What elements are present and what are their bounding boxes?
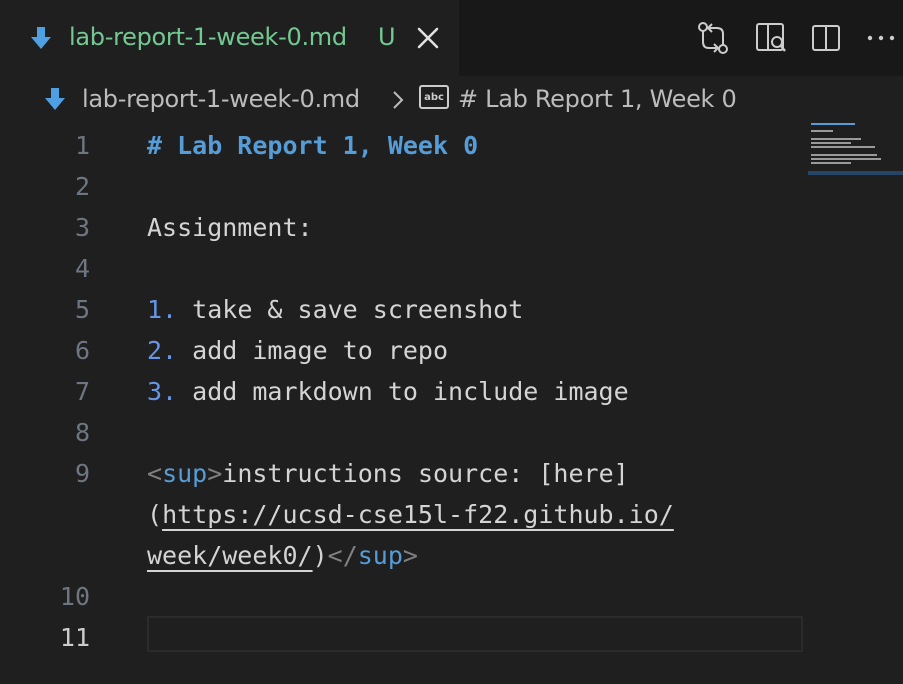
code-line-html: <sup>instructions source: [here] [147, 453, 629, 494]
split-editor-button[interactable] [807, 19, 845, 57]
preview-search-icon [756, 23, 786, 52]
paren: ( [147, 500, 163, 529]
url-link[interactable]: week/week0/ [147, 541, 313, 570]
code-editor[interactable]: 1 2 3 4 5 6 7 8 9 10 11 # Lab Report 1, … [0, 125, 903, 684]
markdown-download-icon [31, 27, 51, 49]
tag-bracket: </ [327, 541, 358, 570]
paren: ) [312, 541, 328, 570]
open-changes-button[interactable] [694, 19, 732, 57]
line-number: 6 [74, 336, 90, 365]
link-text: instructions source: [here] [222, 459, 629, 488]
tab-title: lab-report-1-week-0.md [69, 23, 347, 51]
editor-tab[interactable]: lab-report-1-week-0.md U [0, 0, 459, 76]
tag-name: sup [357, 541, 403, 570]
ellipsis-icon [867, 35, 895, 41]
minimap-line [811, 162, 851, 164]
code-line-list-item: 1. take & save screenshot [147, 289, 523, 330]
url-link[interactable]: https://ucsd-cse15l-f22.github.io/ [162, 500, 674, 529]
line-number: 10 [59, 582, 90, 611]
open-preview-button[interactable] [752, 19, 790, 57]
tag-bracket: > [207, 459, 223, 488]
list-number: 2. [147, 336, 178, 365]
list-text: add image to repo [177, 336, 449, 365]
line-number: 4 [74, 254, 90, 283]
close-icon[interactable] [414, 24, 442, 52]
minimap-line [811, 142, 851, 144]
more-actions-button[interactable] [862, 19, 900, 57]
tag-bracket: < [147, 459, 163, 488]
breadcrumb-file[interactable]: lab-report-1-week-0.md [82, 85, 360, 113]
git-compare-icon [698, 22, 728, 54]
current-line-highlight[interactable] [147, 616, 803, 652]
minimap-line [811, 130, 833, 132]
string-symbol-icon: abc [419, 85, 449, 109]
line-number: 2 [74, 172, 90, 201]
breadcrumb-symbol[interactable]: # Lab Report 1, Week 0 [458, 85, 737, 113]
code-line: Assignment: [147, 213, 313, 242]
split-editor-icon [812, 25, 840, 51]
code-line-wrapped: (https://ucsd-cse15l-f22.github.io/ [147, 494, 674, 535]
code-line-heading: # Lab Report 1, Week 0 [147, 131, 479, 160]
list-number: 3. [147, 377, 178, 406]
code-line-list-item: 3. add markdown to include image [147, 371, 629, 412]
minimap-line [811, 154, 877, 156]
line-number-active: 11 [59, 623, 90, 652]
minimap-line [811, 146, 875, 148]
svg-text:abc: abc [424, 92, 444, 103]
code-line-list-item: 2. add image to repo [147, 330, 448, 371]
tag-bracket: > [402, 541, 418, 570]
markdown-download-icon [45, 88, 65, 110]
tag-name: sup [162, 459, 208, 488]
list-number: 1. [147, 295, 178, 324]
code-line-wrapped: week/week0/)</sup> [147, 535, 418, 576]
git-status-badge: U [378, 23, 396, 51]
line-number: 5 [74, 295, 90, 324]
line-number: 3 [74, 213, 90, 242]
minimap-line [811, 123, 855, 125]
line-number: 7 [74, 377, 90, 406]
line-number: 9 [74, 459, 90, 488]
list-text: take & save screenshot [177, 295, 524, 324]
line-number: 1 [74, 131, 90, 160]
minimap-line [811, 138, 861, 140]
minimap[interactable] [808, 120, 903, 180]
breadcrumb: lab-report-1-week-0.md abc # Lab Report … [0, 80, 903, 120]
minimap-slider[interactable] [808, 171, 903, 175]
line-number: 8 [74, 418, 90, 447]
list-text: add markdown to include image [177, 377, 629, 406]
minimap-line [811, 158, 881, 160]
tab-bar: lab-report-1-week-0.md U [0, 0, 903, 76]
chevron-right-icon [393, 91, 404, 109]
